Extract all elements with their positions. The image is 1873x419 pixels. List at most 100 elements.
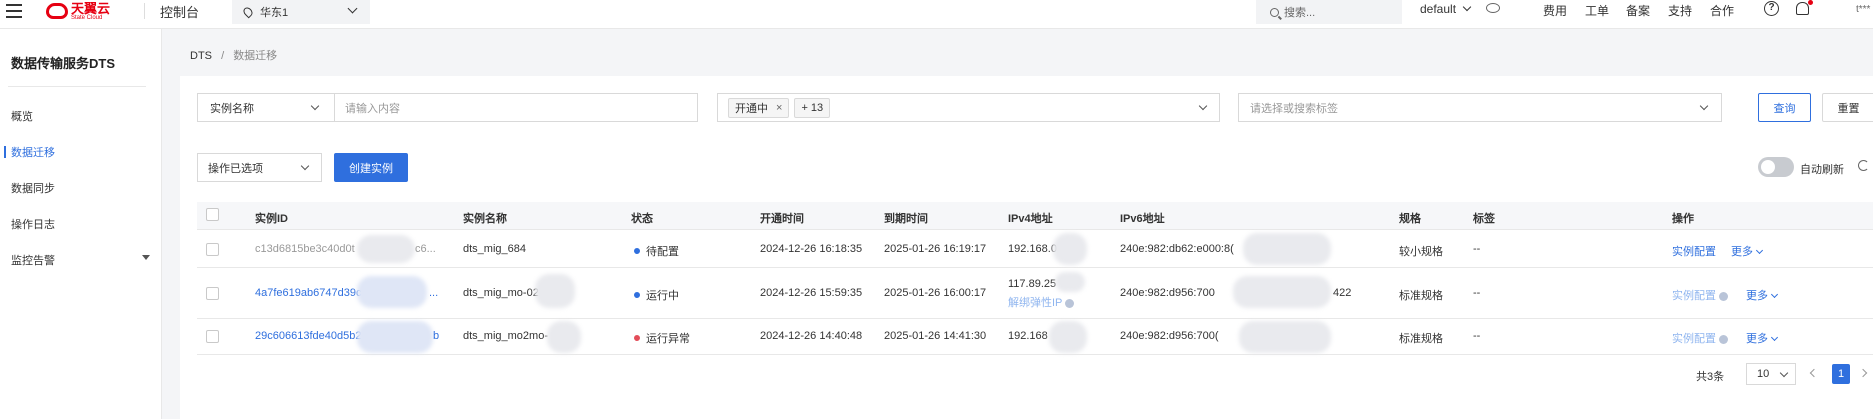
sidebar: 数据传输服务DTS 概览 数据迁移 数据同步 操作日志 监控告警 (0, 29, 162, 419)
instance-id-tail: b (433, 330, 440, 342)
sidebar-item-overview[interactable]: 概览 (11, 108, 33, 124)
select-all-checkbox[interactable] (206, 208, 219, 221)
unbind-eip-label: 解绑弹性IP (1008, 297, 1063, 309)
row-checkbox[interactable] (206, 287, 219, 300)
divider (144, 3, 145, 19)
reset-button[interactable]: 重置 (1822, 93, 1873, 122)
nav-partner[interactable]: 合作 (1710, 2, 1734, 19)
chevron-down-icon (347, 3, 358, 14)
sidebar-item-monitoring[interactable]: 监控告警 (11, 252, 55, 268)
instance-config-link[interactable]: 实例配置 (1672, 287, 1728, 303)
logo[interactable]: 天翼云 State Cloud (46, 0, 110, 22)
status-text: 运行异常 (646, 333, 690, 345)
create-instance-button[interactable]: 创建实例 (334, 153, 408, 182)
more-dropdown[interactable]: 更多 (1731, 243, 1764, 259)
status-text: 待配置 (646, 246, 679, 258)
instance-config-link[interactable]: 实例配置 (1672, 330, 1728, 346)
col-status: 状态 (631, 213, 653, 225)
more-label: 更多 (1746, 333, 1768, 345)
project-label: default (1420, 2, 1457, 16)
more-dropdown[interactable]: 更多 (1746, 287, 1779, 303)
instance-name: dts_mig_mo2mo- (463, 330, 548, 342)
instance-config-link[interactable]: 实例配置 (1672, 243, 1716, 259)
console-link[interactable]: 控制台 (160, 2, 199, 21)
ipv6-address: 240e:982:d956:700 (1120, 287, 1215, 299)
more-label: 更多 (1731, 246, 1753, 258)
ipv6-address: 240e:982:db62:e000:8( (1120, 243, 1234, 255)
region-label: 华东1 (260, 7, 289, 19)
chevron-down-icon (1699, 101, 1709, 111)
page-number[interactable]: 1 (1832, 364, 1850, 384)
close-icon[interactable]: × (776, 102, 782, 114)
logo-en-text: State Cloud (71, 14, 103, 21)
nav-support[interactable]: 支持 (1668, 2, 1692, 19)
info-icon (1719, 291, 1728, 301)
nav-filing[interactable]: 备案 (1626, 2, 1650, 19)
nav-billing[interactable]: 费用 (1543, 2, 1567, 19)
spec: 标准规格 (1399, 333, 1443, 345)
instance-name: dts_mig_684 (463, 243, 526, 255)
ipv4-address: 117.89.25 (1008, 278, 1057, 290)
menu-icon[interactable] (6, 4, 22, 18)
tags: -- (1473, 330, 1481, 342)
ipv4-address: 192.168 (1008, 330, 1048, 342)
col-expire-time: 到期时间 (884, 213, 928, 225)
search-icon (1270, 7, 1279, 17)
sidebar-item-sync[interactable]: 数据同步 (11, 180, 55, 196)
user-account[interactable]: t*** (1856, 4, 1870, 15)
top-bar: 天翼云 State Cloud 控制台 华东1 搜索... default 费用… (0, 0, 1873, 29)
field-select[interactable]: 实例名称 (197, 93, 335, 122)
bell-icon[interactable] (1796, 2, 1809, 15)
redaction-blur (547, 321, 581, 353)
expire-time: 2025-01-26 14:41:30 (884, 330, 987, 342)
redaction-blur (357, 321, 433, 353)
status-multiselect[interactable]: 开通中 × + 13 (717, 93, 1220, 122)
ipv6-address-tail: 422 (1333, 287, 1352, 299)
more-dropdown[interactable]: 更多 (1746, 330, 1779, 346)
breadcrumb-root[interactable]: DTS (190, 50, 212, 62)
open-time: 2024-12-26 15:59:35 (760, 287, 863, 299)
redaction-blur (357, 276, 427, 308)
sidebar-item-migration[interactable]: 数据迁移 (11, 144, 55, 160)
col-spec: 规格 (1399, 213, 1421, 225)
sidebar-item-oplog[interactable]: 操作日志 (11, 216, 55, 232)
redaction-blur (1049, 321, 1087, 353)
unbind-eip-link[interactable]: 解绑弹性IP (1008, 294, 1075, 310)
instance-id[interactable]: 4a7fe619ab6747d39c2 (255, 287, 368, 299)
more-label: 更多 (1746, 290, 1768, 302)
refresh-icon[interactable] (1858, 160, 1869, 171)
row-checkbox[interactable] (206, 330, 219, 343)
ipv4-address: 192.168.0 (1008, 243, 1057, 255)
expire-time: 2025-01-26 16:19:17 (884, 243, 987, 255)
col-ipv4: IPv4地址 (1008, 213, 1053, 225)
name-input[interactable]: 请输入内容 (334, 93, 698, 122)
label-select[interactable]: 请选择或搜索标签 (1238, 93, 1722, 122)
region-select[interactable]: 华东1 (232, 0, 370, 24)
chevron-down-icon (1770, 290, 1779, 299)
redaction-blur (535, 274, 575, 308)
instance-name: dts_mig_mo-02 (463, 287, 539, 299)
page-size-select[interactable]: 10 (1746, 363, 1796, 385)
project-select[interactable]: default (1420, 2, 1472, 16)
bulk-ops-select[interactable]: 操作已选项 (197, 153, 322, 182)
tags: -- (1473, 287, 1481, 299)
row-checkbox[interactable] (206, 243, 219, 256)
open-time: 2024-12-26 16:18:35 (760, 243, 863, 255)
status-dot (634, 335, 640, 342)
field-select-label: 实例名称 (210, 102, 254, 115)
help-icon[interactable]: ? (1764, 1, 1779, 16)
instance-id-tail: c6... (415, 243, 436, 255)
chevron-down-icon (1198, 101, 1208, 111)
global-search-input[interactable]: 搜索... (1256, 0, 1402, 24)
instance-id[interactable]: 29c606613fde40d5b2 (255, 330, 361, 342)
query-button[interactable]: 查询 (1758, 93, 1811, 122)
instance-id[interactable]: c13d6815be3c40d0t (255, 243, 355, 255)
toggle-knob (1761, 160, 1775, 174)
eye-icon[interactable] (1486, 3, 1500, 13)
nav-tickets[interactable]: 工单 (1585, 2, 1609, 19)
info-icon (1719, 334, 1728, 344)
caret-down-icon[interactable] (142, 255, 150, 260)
status-tag-label: 开通中 (735, 102, 768, 115)
auto-refresh-toggle[interactable] (1758, 157, 1794, 177)
logo-cn-text: 天翼云 (71, 0, 111, 16)
